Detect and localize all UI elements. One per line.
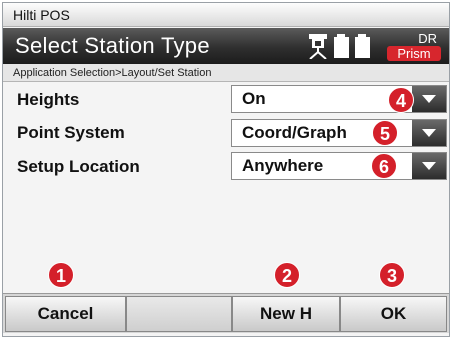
page-title: Select Station Type bbox=[15, 33, 210, 58]
point-system-label: Point System bbox=[17, 123, 125, 142]
device-screen: Hilti POS Select Station Type DR Prism A… bbox=[2, 2, 450, 337]
chevron-down-icon bbox=[422, 129, 436, 137]
point-system-value: Coord/Graph bbox=[242, 123, 347, 142]
setup-location-label: Setup Location bbox=[17, 157, 140, 176]
chevron-down-icon bbox=[422, 162, 436, 170]
callout-marker: 5 bbox=[372, 120, 398, 146]
app-title: Hilti POS bbox=[13, 7, 70, 23]
setup-location-select[interactable]: Anywhere bbox=[231, 152, 447, 180]
heights-select[interactable]: On bbox=[231, 85, 447, 113]
measure-mode-indicator: DR Prism bbox=[381, 32, 441, 62]
point-system-dropdown-button[interactable] bbox=[412, 120, 446, 146]
heights-value: On bbox=[242, 89, 266, 108]
breadcrumb: Application Selection>Layout/Set Station bbox=[3, 64, 449, 82]
callout-marker: 4 bbox=[388, 87, 414, 113]
app-title-bar: Hilti POS bbox=[3, 3, 449, 27]
battery-icon bbox=[334, 34, 370, 58]
callout-marker: 2 bbox=[274, 262, 300, 288]
ok-button[interactable]: OK bbox=[340, 296, 447, 332]
prism-badge: Prism bbox=[387, 46, 441, 61]
heights-label: Heights bbox=[17, 90, 80, 109]
setup-location-dropdown-button[interactable] bbox=[412, 153, 446, 179]
callout-marker: 6 bbox=[371, 153, 397, 179]
softkey-bar: Cancel New H OK bbox=[3, 293, 449, 333]
callout-marker: 3 bbox=[379, 262, 405, 288]
setup-location-value: Anywhere bbox=[242, 156, 324, 175]
empty-softkey[interactable] bbox=[126, 296, 232, 332]
cancel-button[interactable]: Cancel bbox=[5, 296, 126, 332]
total-station-icon bbox=[309, 34, 327, 59]
chevron-down-icon bbox=[422, 95, 436, 103]
new-h-button[interactable]: New H bbox=[232, 296, 340, 332]
point-system-select[interactable]: Coord/Graph bbox=[231, 119, 447, 147]
heights-dropdown-button[interactable] bbox=[412, 86, 446, 112]
mode-dr-label: DR bbox=[418, 31, 437, 46]
callout-marker: 1 bbox=[48, 262, 74, 288]
page-header: Select Station Type DR Prism bbox=[3, 28, 449, 64]
